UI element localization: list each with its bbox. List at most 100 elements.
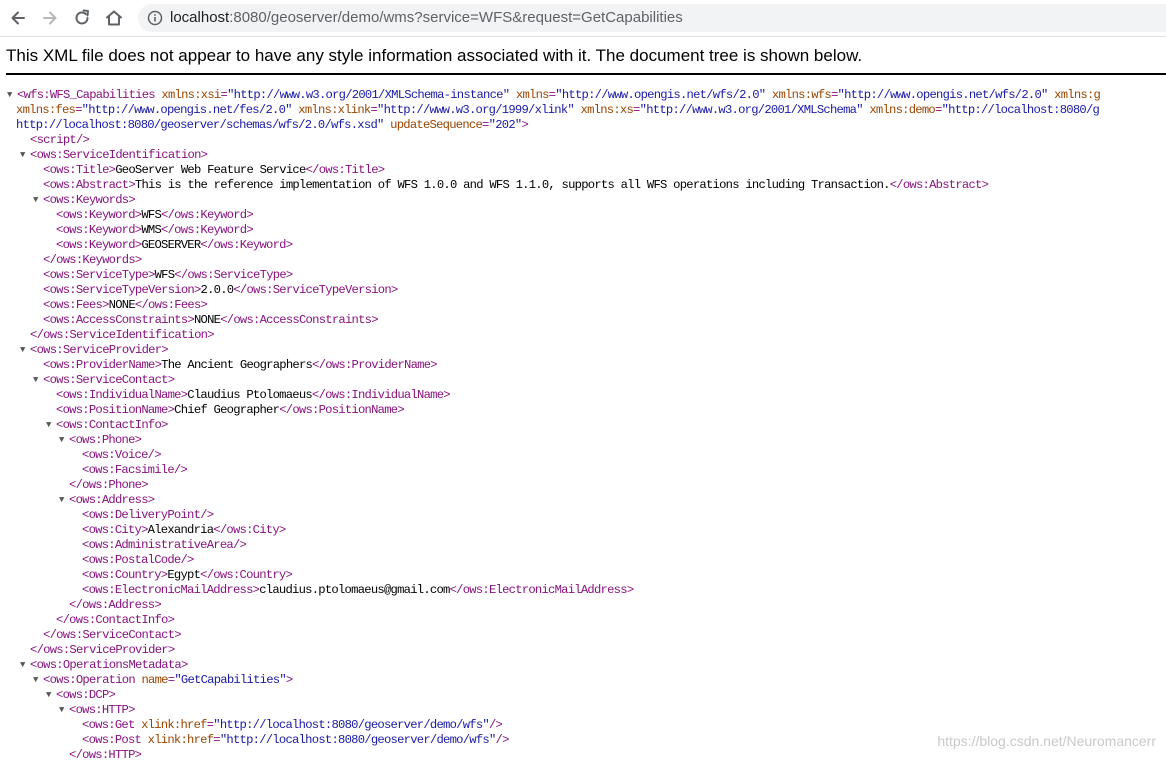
url-text[interactable]: localhost:8080/geoserver/demo/wms?servic… <box>170 9 683 26</box>
collapse-toggle-icon[interactable]: ▼ <box>33 193 43 208</box>
xml-attribute-name: xmlns:xlink <box>291 103 371 117</box>
collapse-toggle-icon[interactable]: ▼ <box>33 373 43 388</box>
xml-tag: <ows:PostalCode/> <box>82 553 194 567</box>
xml-line-text: <ows:ServiceProvider> <box>30 343 169 358</box>
xml-line-text: </ows:Keywords> <box>43 253 142 268</box>
info-icon[interactable] <box>147 10 163 26</box>
reload-button[interactable] <box>70 6 94 30</box>
xml-text: The Ancient Geographers <box>161 358 313 372</box>
home-icon <box>106 10 122 26</box>
xml-attribute-value: "http://www.w3.org/2001/XMLSchema" <box>639 103 864 117</box>
collapse-toggle-icon[interactable]: ▼ <box>46 688 56 703</box>
xml-tag: <ows:Title> <box>43 163 116 177</box>
xml-tag: = <box>830 88 838 102</box>
xml-line: ▼ <ows:ServiceIdentification> <box>0 148 1166 163</box>
xml-line-text: <ows:HTTP> <box>69 703 135 718</box>
xml-tag: </ows:ElectronicMailAddress> <box>449 583 635 597</box>
xml-attribute-name: xlink:href <box>141 718 207 732</box>
xml-tag: = <box>75 103 82 117</box>
xml-text: GEOSERVER <box>141 238 201 252</box>
collapse-toggle-icon[interactable]: ▼ <box>33 673 43 688</box>
xml-line-text: <ows:PositionName>Chief Geographer</ows:… <box>56 403 405 418</box>
xml-line-text: <ows:Abstract>This is the reference impl… <box>43 178 989 193</box>
xml-line: <ows:AccessConstraints>NONE</ows:AccessC… <box>0 313 1166 328</box>
xml-tag: </ows:ServiceType> <box>174 268 293 282</box>
xml-tag: <ows:Operation <box>43 673 142 687</box>
xml-line: </ows:Keywords> <box>0 253 1166 268</box>
xml-attribute-value: "http://www.opengis.net/wfs/2.0" <box>837 88 1049 102</box>
xml-tag: <ows:ElectronicMailAddress> <box>82 583 260 597</box>
xml-attribute-value: "http://localhost:8080/geoserver/demo/wf… <box>213 718 489 732</box>
collapse-toggle-icon[interactable]: ▼ <box>20 148 30 163</box>
xml-tag: /> <box>488 718 503 732</box>
xml-style-notice: This XML file does not appear to have an… <box>6 46 1166 75</box>
xml-line: ▼ <ows:Address> <box>0 493 1166 508</box>
back-button[interactable] <box>6 6 30 30</box>
xml-attribute-name: xmlns <box>509 88 550 102</box>
xml-tag: </ows:Title> <box>305 163 386 177</box>
collapse-toggle-icon[interactable]: ▼ <box>59 433 69 448</box>
xml-line: ▼ <wfs:WFS_Capabilities xmlns:xsi ="http:/… <box>0 88 1166 103</box>
xml-line-text: <ows:OperationsMetadata> <box>30 658 188 673</box>
xml-line: <ows:Country>Egypt</ows:Country> <box>0 568 1166 583</box>
xml-line: <ows:ServiceType>WFS</ows:ServiceType> <box>0 268 1166 283</box>
xml-tag: <ows:Keyword> <box>56 238 142 252</box>
xml-tag: </ows:ServiceTypeVersion> <box>233 283 398 297</box>
home-button[interactable] <box>102 6 126 30</box>
xml-line: <ows:Keyword>GEOSERVER</ows:Keyword> <box>0 238 1166 253</box>
xml-line-text: <ows:Title>GeoServer Web Feature Service… <box>43 163 386 178</box>
xml-tag: <ows:AccessConstraints> <box>43 313 195 327</box>
collapse-toggle-icon[interactable]: ▼ <box>46 418 56 433</box>
xml-tag: </ows:Keyword> <box>161 223 254 237</box>
xml-tag: > <box>521 118 529 132</box>
xml-tag: <wfs:WFS_Capabilities <box>17 88 162 102</box>
address-bar[interactable]: localhost:8080/geoserver/demo/wms?servic… <box>138 4 1166 32</box>
xml-line-text: </ows:Address> <box>69 598 162 613</box>
xml-line-text: </ows:ServiceProvider> <box>30 643 175 658</box>
xml-line: </ows:Phone> <box>0 478 1166 493</box>
xml-line-text: <ows:ElectronicMailAddress>claudius.ptol… <box>82 583 635 598</box>
xml-text: 2.0.0 <box>200 283 235 297</box>
xml-text: WMS <box>141 223 162 237</box>
xml-line: <script/> <box>0 133 1166 148</box>
xml-line: <ows:Keyword>WMS</ows:Keyword> <box>0 223 1166 238</box>
xml-text: NONE <box>108 298 136 312</box>
xml-attribute-name: updateSequence <box>383 118 483 132</box>
xml-tag: = <box>935 103 942 117</box>
xml-tag: </ows:Keyword> <box>200 238 293 252</box>
xml-line-text: </ows:ContactInfo> <box>56 613 175 628</box>
xml-tag: </ows:ServiceIdentification> <box>30 328 215 342</box>
xml-line-text: <ows:Keyword>WMS</ows:Keyword> <box>56 223 254 238</box>
xml-tag: /> <box>495 733 510 747</box>
collapse-toggle-icon[interactable]: ▼ <box>20 343 30 358</box>
collapse-toggle-icon[interactable]: ▼ <box>20 658 30 673</box>
xml-tag: <ows:ServiceType> <box>43 268 155 282</box>
xml-text: WFS <box>154 268 175 282</box>
xml-line-text: </ows:Phone> <box>69 478 149 493</box>
xml-tag: <ows:Keywords> <box>43 193 136 207</box>
xml-attribute-name: xmlns:g <box>1047 88 1101 102</box>
xml-tag: </ows:Keyword> <box>161 208 254 222</box>
collapse-toggle-icon[interactable]: ▼ <box>59 493 69 508</box>
forward-button[interactable] <box>38 6 62 30</box>
xml-line-text: <ows:Fees>NONE</ows:Fees> <box>43 298 208 313</box>
xml-line-text: <ows:PostalCode/> <box>82 553 194 568</box>
xml-line: </ows:ServiceProvider> <box>0 643 1166 658</box>
collapse-toggle-icon[interactable]: ▼ <box>7 88 17 103</box>
xml-tag: <ows:OperationsMetadata> <box>30 658 188 672</box>
xml-line: <ows:Get xlink:href="http://localhost:80… <box>0 718 1166 733</box>
xml-tag: </ows:Phone> <box>69 478 149 492</box>
xml-line: <ows:IndividualName>Claudius Ptolomaeus<… <box>0 388 1166 403</box>
xml-line-text: <ows:DCP> <box>56 688 116 703</box>
xml-attribute-name: xmlns:xsi <box>161 88 221 102</box>
xml-attribute-name: name <box>141 673 168 687</box>
xml-tag: </ows:PositionName> <box>279 403 404 417</box>
xml-text: NONE <box>193 313 221 327</box>
xml-tag: <script/> <box>30 133 90 147</box>
xml-line-text: <ows:AccessConstraints>NONE</ows:AccessC… <box>43 313 379 328</box>
xml-tag: <ows:HTTP> <box>69 703 135 717</box>
xml-tag: <ows:Keyword> <box>56 208 142 222</box>
collapse-toggle-icon[interactable]: ▼ <box>59 703 69 718</box>
xml-line-text: <ows:Country>Egypt</ows:Country> <box>82 568 293 583</box>
xml-tag: <ows:ServiceTypeVersion> <box>43 283 201 297</box>
